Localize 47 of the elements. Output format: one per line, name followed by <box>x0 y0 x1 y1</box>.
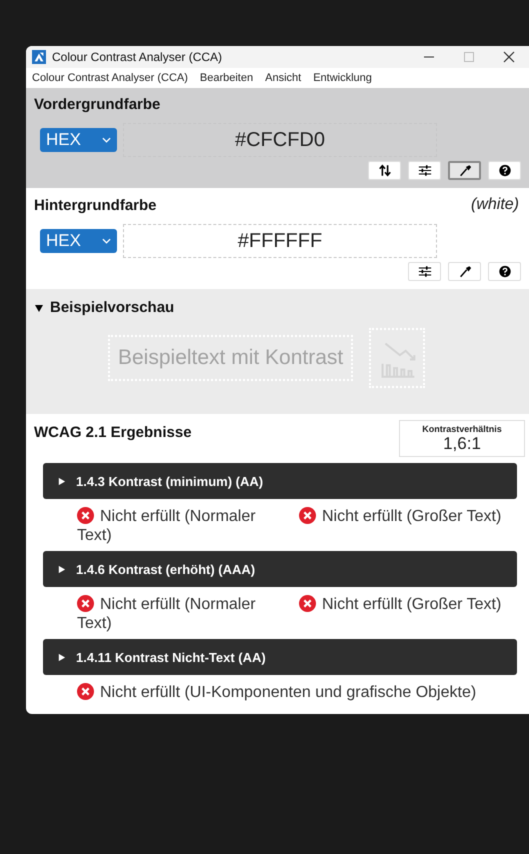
close-icon[interactable] <box>503 51 515 63</box>
help-button[interactable] <box>488 262 521 281</box>
check-result: Nicht erfüllt (Großer Text) <box>322 596 502 613</box>
swap-button[interactable] <box>368 161 401 180</box>
hex-input-field[interactable]: #FFFFFF <box>123 224 437 258</box>
hex-input-field[interactable]: #CFCFD0 <box>123 123 437 157</box>
help-icon <box>498 265 512 278</box>
sliders-button[interactable] <box>408 262 441 281</box>
menu-item[interactable]: Ansicht <box>265 72 302 84</box>
sliders-icon <box>418 164 432 177</box>
help-icon <box>498 164 512 177</box>
chevron-down-icon <box>102 137 111 143</box>
triangle-down-icon <box>34 302 44 312</box>
menu-item[interactable]: Colour Contrast Analyser (CCA) <box>32 72 188 84</box>
eyedropper-icon <box>458 265 472 278</box>
check-result: Nicht erfüllt (Normaler Text) <box>77 508 256 544</box>
criterion-header[interactable]: 1.4.6 Kontrast (erhöht) (AAA) <box>43 551 517 587</box>
results-title: WCAG 2.1 Ergebnisse <box>34 424 192 441</box>
check-result: Nicht erfüllt (Normaler Text) <box>77 596 256 632</box>
preview-toggle[interactable]: Beispielvorschau <box>34 299 174 316</box>
criterion-header[interactable]: 1.4.3 Kontrast (minimum) (AA) <box>43 463 517 499</box>
ratio-value: 1,6:1 <box>443 434 481 454</box>
section-title: Hintergrundfarbe <box>34 196 157 214</box>
color-name: (white) <box>470 196 520 214</box>
sample-chart-icon <box>369 328 426 388</box>
chevron-down-icon <box>102 238 111 244</box>
triangle-right-icon <box>57 652 66 662</box>
ratio-label: Kontrastverhältnis <box>422 424 502 434</box>
menu-item[interactable]: Bearbeiten <box>200 72 254 84</box>
check-result: Nicht erfüllt (Großer Text) <box>322 508 502 525</box>
help-button[interactable] <box>488 161 521 180</box>
check-result: Nicht erfüllt (UI-Komponenten und grafische Objekte) <box>100 684 476 701</box>
sample-text: Beispieltext mit Kontrast <box>108 335 354 381</box>
format-dropdown[interactable]: HEX <box>40 128 117 152</box>
sliders-icon <box>418 265 432 278</box>
sliders-button[interactable] <box>408 161 441 180</box>
triangle-right-icon <box>57 564 66 574</box>
criterion-header[interactable]: 1.4.11 Kontrast Nicht-Text (AA) <box>43 639 517 675</box>
window-title: Colour Contrast Analyser (CCA) <box>52 50 222 64</box>
app-logo-icon <box>32 50 46 64</box>
section-title: Vordergrundfarbe <box>34 96 160 113</box>
triangle-right-icon <box>57 476 66 486</box>
menu-item[interactable]: Entwicklung <box>313 72 372 84</box>
format-dropdown[interactable]: HEX <box>40 229 117 253</box>
eyedropper-button[interactable] <box>448 161 481 180</box>
eyedropper-icon <box>458 164 472 177</box>
swap-arrows-icon <box>378 164 392 177</box>
